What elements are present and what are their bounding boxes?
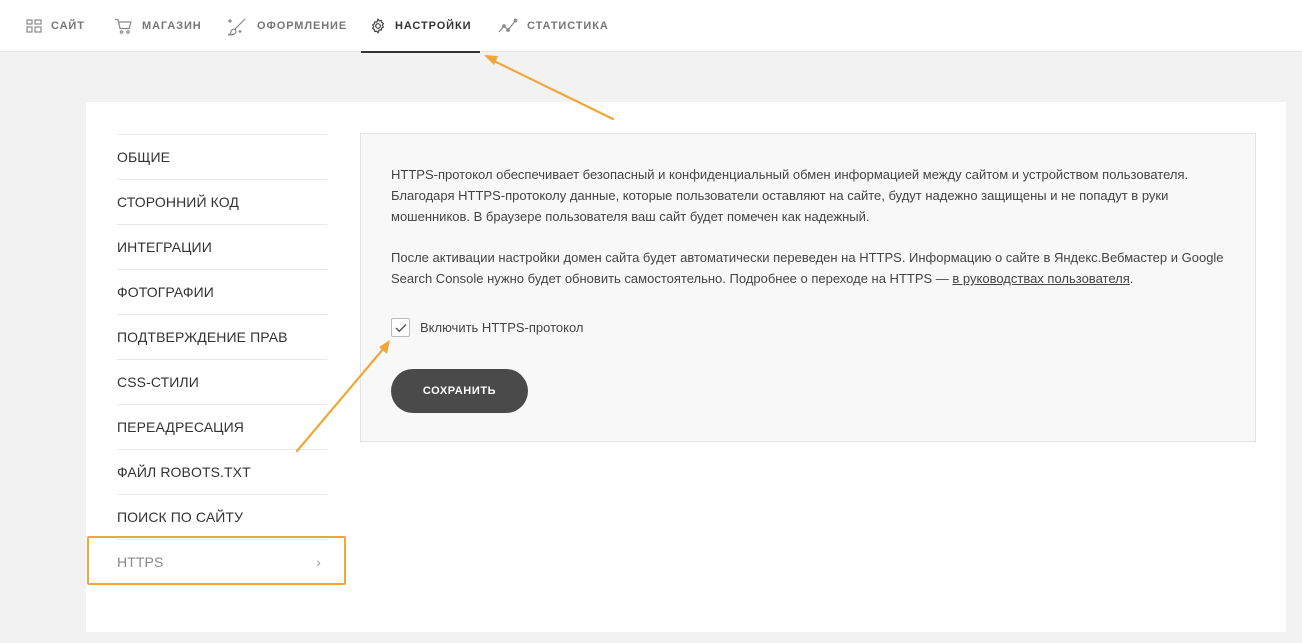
arrowhead-settings [484,55,498,65]
annotation-arrows [295,55,615,453]
arrow-to-https-checkbox [295,346,386,453]
arrow-to-settings-tab [490,58,615,121]
